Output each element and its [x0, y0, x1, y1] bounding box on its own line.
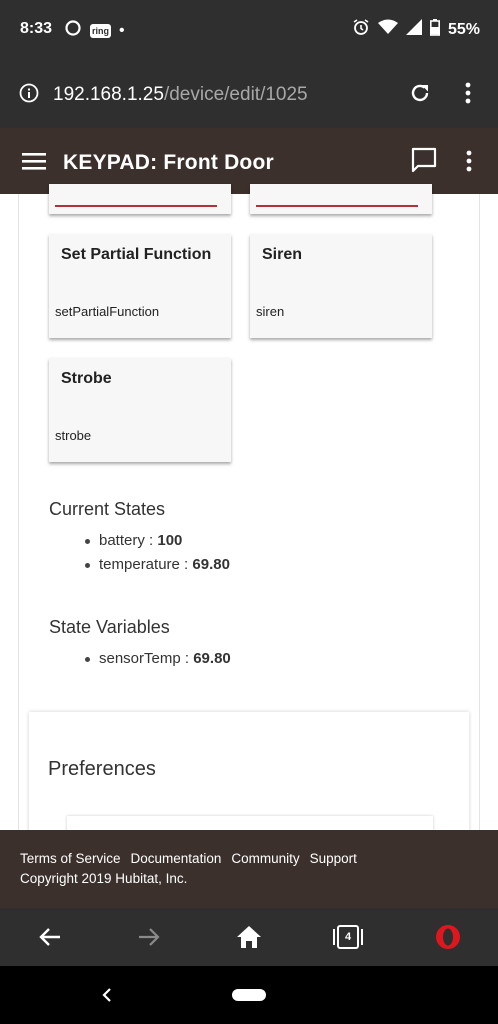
- wifi-icon: [377, 19, 398, 40]
- state-variables-heading: State Variables: [49, 617, 170, 637]
- home-icon[interactable]: [235, 923, 263, 951]
- state-sep: :: [179, 556, 193, 573]
- command-title: Siren: [262, 246, 303, 263]
- state-value: 69.80: [193, 650, 231, 667]
- support-link[interactable]: Support: [310, 851, 357, 866]
- battery-icon: [429, 18, 440, 41]
- hamburger-menu-icon[interactable]: [22, 153, 46, 176]
- command-name: strobe: [55, 428, 92, 443]
- url-host: 192.168.1.25: [53, 84, 164, 105]
- state-value: 69.80: [192, 556, 230, 573]
- state-name: sensorTemp: [99, 650, 181, 667]
- command-title: Set Partial Function: [61, 246, 212, 263]
- battery-percent: 55%: [447, 20, 480, 38]
- circle-notification-icon: [64, 19, 82, 42]
- command-card-siren[interactable]: Siren siren: [250, 234, 432, 338]
- command-card-set-partial-function[interactable]: Set Partial Function setPartialFunction: [49, 234, 231, 338]
- command-name: siren: [256, 304, 285, 319]
- preferences-heading: Preferences: [48, 758, 156, 780]
- back-arrow-icon[interactable]: [36, 923, 64, 951]
- status-dot: •: [119, 21, 125, 39]
- community-link[interactable]: Community: [231, 851, 299, 866]
- state-variables-list: sensorTemp : 69.80: [85, 647, 231, 671]
- tab-count: 4: [344, 931, 352, 943]
- opera-icon[interactable]: [434, 923, 462, 951]
- chat-icon[interactable]: [410, 146, 438, 179]
- list-item: sensorTemp : 69.80: [85, 647, 231, 671]
- browser-url-bar: 192.168.1.25/device/edit/1025: [0, 60, 498, 128]
- state-name: battery: [99, 532, 145, 549]
- notification-icons: ring •: [64, 19, 125, 42]
- site-footer: Terms of Service Documentation Community…: [0, 830, 498, 908]
- command-card-partial[interactable]: [250, 184, 432, 214]
- url-field[interactable]: 192.168.1.25/device/edit/1025: [53, 84, 308, 106]
- state-sep: :: [180, 650, 194, 667]
- status-right: 55%: [352, 18, 480, 41]
- reload-icon[interactable]: [409, 82, 431, 109]
- more-vert-icon[interactable]: [466, 150, 472, 177]
- forward-arrow-icon[interactable]: [135, 923, 163, 951]
- documentation-link[interactable]: Documentation: [131, 851, 222, 866]
- command-card-strobe[interactable]: Strobe strobe: [49, 358, 231, 462]
- system-nav-bar: [0, 966, 498, 1024]
- signal-icon: [405, 19, 422, 40]
- command-name: setPartialFunction: [55, 304, 160, 319]
- screen: { "status_bar": { "time": "8:33", "ring_…: [0, 0, 498, 1024]
- ring-app-icon: ring: [90, 23, 111, 38]
- alarm-icon: [352, 18, 370, 41]
- command-title: Strobe: [61, 370, 112, 387]
- list-item: temperature : 69.80: [85, 553, 230, 577]
- copyright: Copyright 2019 Hubitat, Inc.: [20, 871, 188, 886]
- status-time: 8:33: [20, 20, 53, 37]
- input-underline: [256, 205, 418, 207]
- footer-links: Terms of Service Documentation Community…: [20, 851, 357, 866]
- info-icon[interactable]: [19, 83, 39, 108]
- state-name: temperature: [99, 556, 180, 573]
- input-underline: [55, 205, 217, 207]
- state-value: 100: [157, 532, 183, 549]
- more-vert-icon[interactable]: [465, 82, 471, 109]
- terms-link[interactable]: Terms of Service: [20, 851, 121, 866]
- tabs-icon[interactable]: 4: [333, 923, 363, 951]
- device-edit-panel: Set Partial Function setPartialFunction …: [18, 184, 480, 856]
- status-bar: 8:33 ring • 55%: [0, 0, 498, 60]
- url-path: /device/edit/1025: [163, 84, 308, 105]
- home-gesture-pill[interactable]: [232, 989, 266, 1001]
- current-states-list: battery : 100 temperature : 69.80: [85, 529, 230, 577]
- page-title: KEYPAD: Front Door: [63, 151, 274, 174]
- system-back-icon[interactable]: [100, 986, 114, 1009]
- preferences-card: Preferences: [29, 712, 469, 856]
- browser-bottom-bar: 4: [0, 908, 498, 966]
- command-card-partial[interactable]: [49, 184, 231, 214]
- list-item: battery : 100: [85, 529, 230, 553]
- state-sep: :: [144, 532, 158, 549]
- current-states-heading: Current States: [49, 499, 166, 519]
